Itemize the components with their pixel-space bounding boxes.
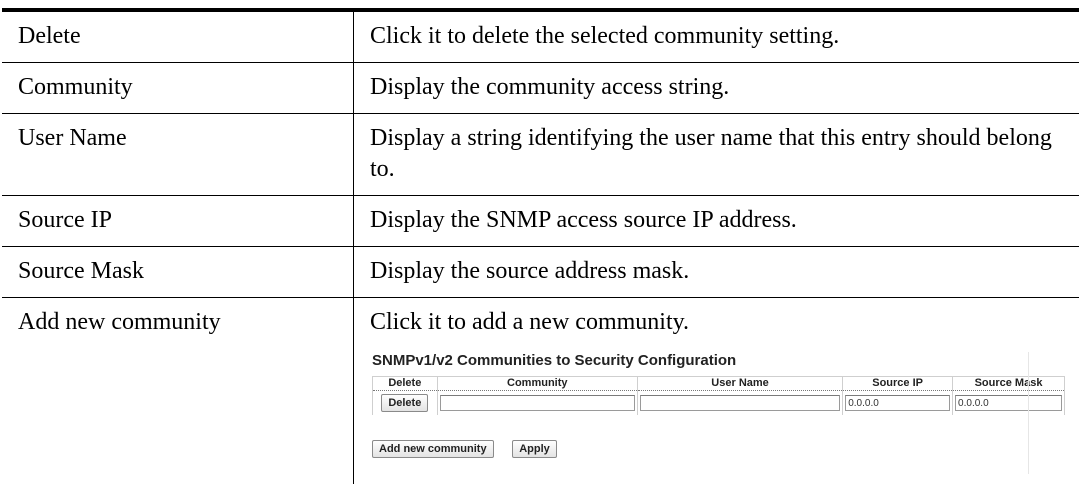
column-header-delete: Delete [372,376,438,391]
config-section-title: SNMPv1/v2 Communities to Security Config… [372,352,737,369]
apply-button[interactable]: Apply [512,440,557,458]
table-row: Delete [372,390,1065,415]
table-row: User Name Display a string identifying t… [2,113,1079,196]
parameter-description: Click it to add a new community. [370,309,690,335]
action-buttons: Add new community Apply [372,429,1065,460]
communities-table: Delete Community User Name Source IP Sou… [372,376,1065,415]
parameter-description: Display the SNMP access source IP addres… [353,195,1079,247]
column-header-source-ip: Source IP [842,376,954,391]
parameter-label: Add new community [2,297,354,484]
source-mask-cell [952,390,1065,415]
parameter-description: Display a string identifying the user na… [353,113,1079,196]
add-new-community-button[interactable]: Add new community [372,440,494,458]
community-input[interactable] [439,395,635,411]
column-header-user-name: User Name [636,376,844,391]
embedded-config-screenshot: SNMPv1/v2 Communities to Security Config… [370,352,1065,474]
parameter-label: Community [2,62,354,114]
parameter-label: Source IP [2,195,354,247]
parameter-label: Delete [2,10,354,63]
source-mask-input[interactable] [955,395,1062,411]
communities-header-row: Delete Community User Name Source IP Sou… [372,376,1065,391]
delete-button[interactable]: Delete [381,394,429,412]
table-row: Source Mask Display the source address m… [2,246,1079,298]
parameter-description-with-screenshot: Click it to add a new community. SNMPv1/… [353,297,1079,484]
user-name-cell [636,390,844,415]
parameter-description: Display the source address mask. [353,246,1079,298]
parameter-description: Display the community access string. [353,62,1079,114]
column-header-community: Community [436,376,638,391]
parameter-label: Source Mask [2,246,354,298]
parameter-label: User Name [2,113,354,196]
source-ip-input[interactable] [845,395,951,411]
source-ip-cell [842,390,954,415]
table-row: Add new community Click it to add a new … [2,297,1079,484]
delete-cell: Delete [372,390,438,415]
community-cell [436,390,638,415]
column-header-source-mask: Source Mask [952,376,1065,391]
table-row: Community Display the community access s… [2,62,1079,114]
user-name-input[interactable] [639,395,841,411]
parameter-description-table: Delete Click it to delete the selected c… [2,8,1079,484]
divider [1028,352,1029,474]
table-row: Delete Click it to delete the selected c… [2,10,1079,63]
parameter-description: Click it to delete the selected communit… [353,10,1079,63]
table-row: Source IP Display the SNMP access source… [2,195,1079,247]
